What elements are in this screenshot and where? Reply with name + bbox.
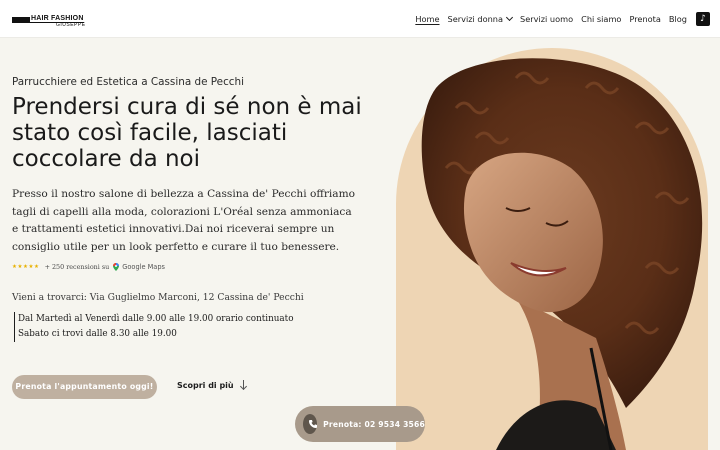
nav-item-servizi-donna[interactable]: Servizi donna	[447, 13, 514, 24]
hours-line-weekdays: Dal Martedì al Venerdì dalle 9.00 alle 1…	[18, 314, 294, 324]
discover-more-label: Scopri di più	[177, 381, 234, 390]
logo-line2: GIUSEPPE	[56, 22, 86, 28]
arrow-down-icon	[239, 380, 247, 391]
logo-line1: HAIR FASHION	[31, 15, 84, 22]
nav-item-home[interactable]: Home	[415, 14, 439, 24]
tiktok-icon[interactable]: ♪	[696, 12, 710, 26]
nav-item-blog[interactable]: Blog	[669, 14, 687, 24]
hero-subtitle: Parrucchiere ed Estetica a Cassina de Pe…	[12, 76, 244, 88]
discover-more-link[interactable]: Scopri di più	[177, 380, 247, 391]
opening-hours: Dal Martedì al Venerdì dalle 9.00 alle 1…	[14, 312, 294, 342]
map-pin-icon	[113, 263, 120, 271]
tiktok-glyph: ♪	[700, 14, 706, 24]
hero-description: Presso il nostro salone di bellezza a Ca…	[12, 188, 356, 253]
google-maps-label: Google Maps	[122, 263, 165, 271]
hero-image	[396, 48, 708, 450]
site-header: HAIR FASHION GIUSEPPE Home Servizi donna…	[0, 0, 720, 38]
woman-portrait-illustration	[421, 58, 703, 450]
phone-icon	[303, 414, 318, 434]
nav-item-servizi-uomo[interactable]: Servizi uomo	[520, 14, 573, 24]
reviews-summary[interactable]: ★★★★★ + 250 recensioni su Google Maps	[12, 263, 165, 271]
nav-item-servizi-donna-label: Servizi donna	[447, 14, 504, 24]
hero-headline: Prendersi cura di sé non è mai stato cos…	[12, 94, 362, 172]
nav-item-chi-siamo[interactable]: Chi siamo	[581, 14, 621, 24]
hours-line-saturday: Sabato ci trovi dalle 8.30 alle 19.00	[18, 329, 177, 339]
book-appointment-button[interactable]: Prenota l'appuntamento oggi!	[12, 375, 157, 399]
chevron-down-icon	[505, 13, 514, 22]
main-nav: Home Servizi donna Servizi uomo Chi siam…	[407, 12, 710, 26]
logo[interactable]: HAIR FASHION GIUSEPPE	[12, 15, 86, 28]
address-text: Vieni a trovarci: Via Guglielmo Marconi,…	[12, 292, 304, 303]
nav-item-prenota[interactable]: Prenota	[629, 14, 660, 24]
reviews-count: + 250 recensioni su	[44, 263, 110, 271]
call-booking-label: Prenota: 02 9534 3566	[323, 419, 425, 429]
call-booking-button[interactable]: Prenota: 02 9534 3566	[295, 406, 425, 442]
google-maps-badge: Google Maps	[113, 263, 165, 271]
rating-stars: ★★★★★	[12, 264, 40, 270]
